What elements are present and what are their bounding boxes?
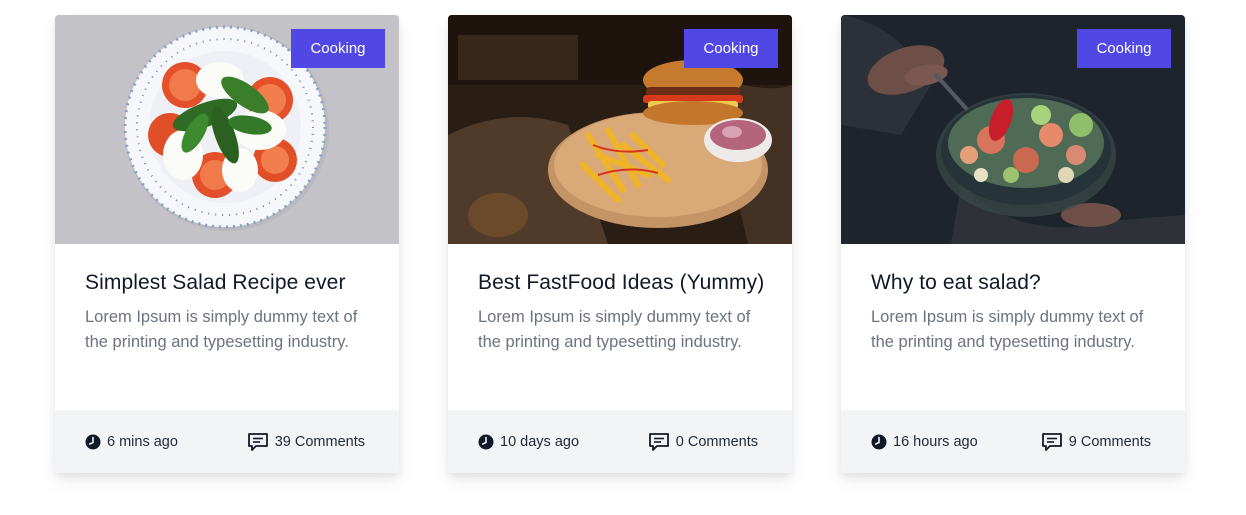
- comment-icon: [247, 432, 268, 451]
- category-badge[interactable]: Cooking: [1077, 29, 1171, 68]
- comment-icon: [648, 432, 669, 451]
- blog-card[interactable]: Cooking Best FastFood Ideas (Yummy) Lore…: [448, 15, 792, 473]
- comments-label[interactable]: 9 Comments: [1069, 434, 1151, 450]
- card-footer: 16 hours ago 9 Comments: [841, 410, 1185, 473]
- card-title[interactable]: Why to eat salad?: [871, 266, 1163, 300]
- card-title[interactable]: Best FastFood Ideas (Yummy): [478, 266, 770, 300]
- blog-card[interactable]: Cooking Why to eat salad? Lorem Ipsum is…: [841, 15, 1185, 473]
- time-label: 6 mins ago: [107, 433, 178, 450]
- card-excerpt: Lorem Ipsum is simply dummy text of the …: [478, 308, 751, 351]
- card-footer: 10 days ago 0 Comments: [448, 410, 792, 473]
- post-time: 6 mins ago: [85, 410, 178, 473]
- comments-label[interactable]: 39 Comments: [275, 434, 365, 450]
- post-time: 10 days ago: [478, 410, 579, 473]
- blog-card[interactable]: Cooking Simplest Salad Recipe ever Lorem…: [55, 15, 399, 473]
- comments-link[interactable]: 0 Comments: [648, 410, 758, 473]
- comments-link[interactable]: 39 Comments: [247, 410, 365, 473]
- card-image[interactable]: Cooking: [55, 15, 399, 244]
- card-excerpt: Lorem Ipsum is simply dummy text of the …: [871, 308, 1144, 351]
- category-badge[interactable]: Cooking: [291, 29, 385, 68]
- clock-icon: [871, 434, 887, 449]
- category-badge[interactable]: Cooking: [684, 29, 778, 68]
- card-excerpt: Lorem Ipsum is simply dummy text of the …: [85, 308, 358, 351]
- card-footer: 6 mins ago 39 Comments: [55, 410, 399, 473]
- card-image[interactable]: Cooking: [448, 15, 792, 244]
- comments-label[interactable]: 0 Comments: [676, 434, 758, 450]
- comments-link[interactable]: 9 Comments: [1041, 410, 1151, 473]
- post-time: 16 hours ago: [871, 410, 978, 473]
- time-label: 10 days ago: [500, 433, 580, 450]
- clock-icon: [85, 434, 101, 449]
- card-title[interactable]: Simplest Salad Recipe ever: [85, 266, 377, 300]
- card-image[interactable]: Cooking: [841, 15, 1185, 244]
- time-label: 16 hours ago: [893, 433, 978, 450]
- clock-icon: [478, 434, 494, 449]
- comment-icon: [1041, 432, 1062, 451]
